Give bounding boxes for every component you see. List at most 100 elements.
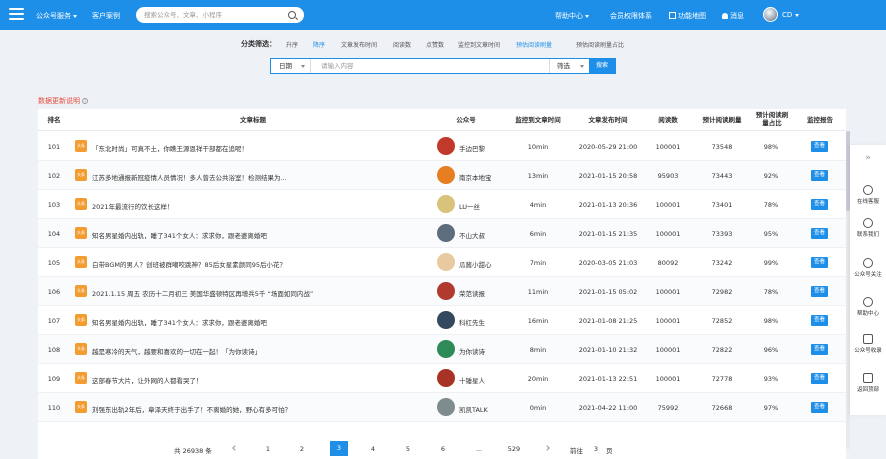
- filter-predicted-ratio[interactable]: 预估阅读刷量占比: [576, 40, 624, 49]
- view-report-button[interactable]: 查看: [811, 228, 828, 239]
- account-name[interactable]: 南京本地宝: [459, 172, 492, 182]
- monitor-time-cell: 13min: [527, 172, 549, 180]
- table-row[interactable]: 106 头条 2021.1.15 周五 农历十二月初三 美国华盛顿特区再增兵5千 “…: [38, 277, 846, 306]
- nav-notice[interactable]: 消息: [722, 11, 744, 21]
- account-name[interactable]: 科红先生: [459, 317, 485, 327]
- sidebar-online-service[interactable]: 在线客服: [850, 185, 886, 205]
- filter-publish-time[interactable]: 文章发布时间: [341, 40, 377, 49]
- view-report-button[interactable]: 查看: [811, 315, 828, 326]
- nav-feature-map[interactable]: 功能地图: [669, 11, 706, 21]
- date-select[interactable]: 日期: [271, 59, 311, 73]
- sidebar-follow[interactable]: 公众号关注: [850, 258, 886, 278]
- nav-customer-cases[interactable]: 客户案例: [92, 11, 120, 21]
- menu-icon[interactable]: [9, 8, 24, 22]
- account-name[interactable]: 荣范读报: [459, 288, 485, 298]
- prev-page-icon[interactable]: [232, 445, 238, 451]
- view-report-button[interactable]: 查看: [811, 141, 828, 152]
- table-row[interactable]: 102 头条 江苏多地通报新冠疫情人员情况！多人曾去公共浴室！检测结果为... 南京本…: [38, 161, 846, 190]
- goto-input[interactable]: 3: [591, 445, 601, 453]
- page-6[interactable]: 6: [438, 445, 448, 453]
- nav-member-system[interactable]: 会员权限体系: [610, 11, 652, 21]
- double-chevron-icon[interactable]: »: [861, 153, 875, 163]
- predicted-volume-cell: 73548: [711, 143, 733, 151]
- global-search-input[interactable]: [144, 11, 284, 19]
- table-row[interactable]: 101 头条 「东北时尚」可真不土，你瞧王源恩祥干部都在追呢！ 手边巴黎 10min 20…: [38, 132, 846, 161]
- article-title-link[interactable]: 知名男星婚内出轨，睡了341个女人：求求你，跟老婆离婚吧: [92, 317, 267, 327]
- account-name[interactable]: 凯凯TALK: [459, 404, 488, 414]
- user-avatar[interactable]: [763, 7, 778, 22]
- filter-like-count[interactable]: 点赞数: [426, 40, 444, 49]
- account-avatar[interactable]: [437, 398, 455, 416]
- filter-predicted-volume[interactable]: 预估阅读刷量: [516, 40, 552, 49]
- filter-monitor-time[interactable]: 监控到文章时间: [458, 40, 500, 49]
- page-2[interactable]: 2: [297, 445, 307, 453]
- account-avatar[interactable]: [437, 282, 455, 300]
- article-title-link[interactable]: 2021.1.15 周五 农历十二月初三 美国华盛顿特区再增兵5千 “场面如同内…: [92, 288, 313, 298]
- table-row[interactable]: 108 头条 越是寒冷的天气，越要和喜欢的一切在一起！「为你读诗」 为你读诗 8min 2…: [38, 335, 846, 364]
- article-title-link[interactable]: 2021年最流行的饮长这样！: [92, 201, 174, 211]
- arrow-up-icon: [863, 373, 873, 383]
- table-row[interactable]: 110 头条 刘强东出轨2年后，章泽天终于出手了！不离婚的她，野心有多可怕？ 凯凯TA…: [38, 393, 846, 422]
- account-avatar[interactable]: [437, 369, 455, 387]
- filter-select[interactable]: 筛选: [549, 59, 589, 73]
- account-name[interactable]: 十锤星人: [459, 375, 485, 385]
- article-title-link[interactable]: 江苏多地通报新冠疫情人员情况！多人曾去公共浴室！检测结果为...: [92, 172, 287, 182]
- view-report-button[interactable]: 查看: [811, 344, 828, 355]
- article-title-link[interactable]: 白带BGM的男人？创班被群嘲咬跳神？85后女星素颜同95后小花？: [92, 259, 286, 269]
- account-avatar[interactable]: [437, 340, 455, 358]
- view-report-button[interactable]: 查看: [811, 373, 828, 384]
- nav-service[interactable]: 公众号服务: [36, 11, 77, 21]
- page-5[interactable]: 5: [403, 445, 413, 453]
- search-icon[interactable]: [288, 11, 296, 19]
- sidebar-back-to-top[interactable]: 返回顶部: [850, 373, 886, 393]
- view-report-button[interactable]: 查看: [811, 286, 828, 297]
- table-row[interactable]: 103 头条 2021年最流行的饮长这样！ LU一丝 4min 2021-01-13 20…: [38, 190, 846, 219]
- account-avatar[interactable]: [437, 224, 455, 242]
- article-title-link[interactable]: 越是寒冷的天气，越要和喜欢的一切在一起！「为你读诗」: [92, 346, 261, 356]
- view-report-button[interactable]: 查看: [811, 402, 828, 413]
- publish-time-cell: 2020-05-29 21:00: [578, 143, 638, 151]
- account-name[interactable]: 手边巴黎: [459, 143, 485, 153]
- account-name[interactable]: 为你读诗: [459, 346, 485, 356]
- account-avatar[interactable]: [437, 195, 455, 213]
- account-avatar[interactable]: [437, 166, 455, 184]
- table-row[interactable]: 107 头条 知名男星婚内出轨，睡了341个女人：求求你，跟老婆离婚吧 科红先生 16m…: [38, 306, 846, 335]
- predicted-ratio-cell: 97%: [763, 404, 779, 412]
- keyword-input[interactable]: [311, 59, 549, 73]
- account-avatar[interactable]: [437, 137, 455, 155]
- view-report-button[interactable]: 查看: [811, 170, 828, 181]
- search-button[interactable]: 搜索: [589, 59, 615, 73]
- account-name[interactable]: 不山大叔: [459, 230, 485, 240]
- article-title-link[interactable]: 这部春节大片，让外网的人都看哭了！: [92, 375, 203, 385]
- article-title-link[interactable]: 「东北时尚」可真不土，你瞧王源恩祥干部都在追呢！: [92, 143, 248, 153]
- nav-help-center[interactable]: 帮助中心: [555, 11, 589, 21]
- view-report-button[interactable]: 查看: [811, 199, 828, 210]
- table-row[interactable]: 104 头条 知名男星婚内出轨，睡了341个女人：求求你，跟老婆离婚吧 不山大叔 6mi…: [38, 219, 846, 248]
- article-title-link[interactable]: 知名男星婚内出轨，睡了341个女人：求求你，跟老婆离婚吧: [92, 230, 267, 240]
- table-row[interactable]: 109 头条 这部春节大片，让外网的人都看哭了！ 十锤星人 20min 2021-01-1…: [38, 364, 846, 393]
- page-1[interactable]: 1: [263, 445, 273, 453]
- data-update-note[interactable]: 数据更新说明?: [38, 96, 88, 106]
- next-page-icon[interactable]: [544, 445, 550, 451]
- sidebar-account-submit[interactable]: 公众号收录: [850, 334, 886, 354]
- article-title-link[interactable]: 刘强东出轨2年后，章泽天终于出手了！不离婚的她，野心有多可怕？: [92, 404, 291, 414]
- global-search[interactable]: [136, 7, 304, 23]
- filter-read-count[interactable]: 阅读数: [393, 40, 411, 49]
- account-name[interactable]: 瓜酱小甜心: [459, 259, 492, 269]
- sidebar-contact-us[interactable]: 联系我们: [850, 218, 886, 238]
- view-report-button[interactable]: 查看: [811, 257, 828, 268]
- help-icon[interactable]: ?: [82, 98, 88, 104]
- filter-desc[interactable]: 降序: [313, 40, 325, 49]
- account-avatar[interactable]: [437, 253, 455, 271]
- account-avatar[interactable]: [437, 311, 455, 329]
- page-ellipsis[interactable]: ...: [472, 445, 486, 453]
- account-name[interactable]: LU一丝: [459, 201, 480, 211]
- sidebar-help-center[interactable]: 帮助中心: [850, 297, 886, 317]
- monitor-time-cell: 10min: [527, 143, 549, 151]
- page-3-active[interactable]: 3: [330, 441, 348, 456]
- page-4[interactable]: 4: [368, 445, 378, 453]
- filter-asc[interactable]: 升序: [286, 40, 298, 49]
- table-row[interactable]: 105 头条 白带BGM的男人？创班被群嘲咬跳神？85后女星素颜同95后小花？ 瓜酱小…: [38, 248, 846, 277]
- user-menu[interactable]: CD: [782, 11, 800, 19]
- page-last[interactable]: 529: [505, 445, 523, 453]
